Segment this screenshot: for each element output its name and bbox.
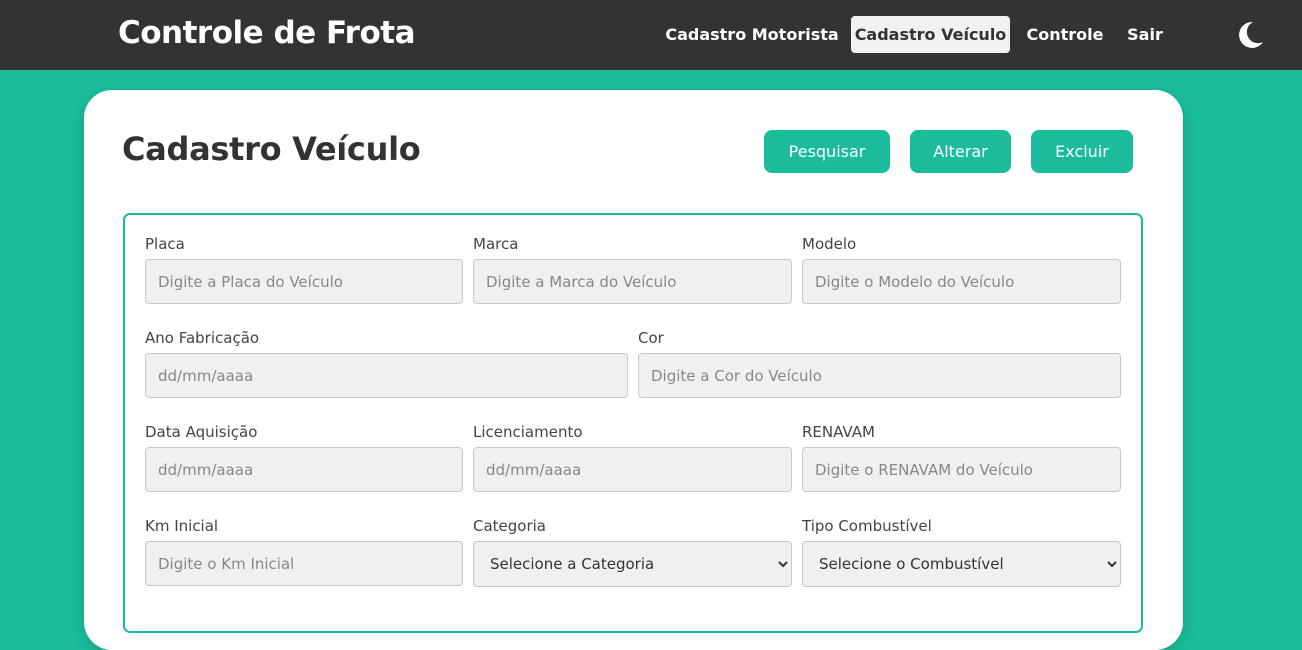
ano-fabricacao-input[interactable] bbox=[145, 353, 628, 398]
nav-sair[interactable]: Sair bbox=[1120, 16, 1170, 53]
edit-button[interactable]: Alterar bbox=[910, 130, 1011, 173]
licenciamento-input[interactable] bbox=[473, 447, 792, 492]
tipo-combustivel-select[interactable]: Selecione o Combustível bbox=[802, 541, 1121, 587]
licenciamento-label: Licenciamento bbox=[473, 423, 583, 441]
ano-fabricacao-label: Ano Fabricação bbox=[145, 329, 260, 347]
tipo-combustivel-label: Tipo Combustível bbox=[802, 517, 932, 535]
search-button[interactable]: Pesquisar bbox=[764, 130, 890, 173]
marca-input[interactable] bbox=[473, 259, 792, 304]
moon-icon[interactable] bbox=[1236, 20, 1264, 50]
delete-button[interactable]: Excluir bbox=[1031, 130, 1133, 173]
cor-input[interactable] bbox=[638, 353, 1121, 398]
nav-cadastro-veiculo[interactable]: Cadastro Veículo bbox=[851, 16, 1010, 53]
nav-cadastro-motorista[interactable]: Cadastro Motorista bbox=[664, 16, 840, 53]
modelo-label: Modelo bbox=[802, 235, 857, 253]
categoria-select[interactable]: Selecione a Categoria bbox=[473, 541, 792, 587]
placa-label: Placa bbox=[145, 235, 185, 253]
km-inicial-label: Km Inicial bbox=[145, 517, 219, 535]
marca-label: Marca bbox=[473, 235, 519, 253]
data-aquisicao-input[interactable] bbox=[145, 447, 463, 492]
modelo-input[interactable] bbox=[802, 259, 1121, 304]
placa-input[interactable] bbox=[145, 259, 463, 304]
categoria-label: Categoria bbox=[473, 517, 547, 535]
renavam-input[interactable] bbox=[802, 447, 1121, 492]
top-navbar: Controle de Frota Cadastro Motorista Cad… bbox=[0, 0, 1302, 70]
renavam-label: RENAVAM bbox=[802, 423, 875, 441]
cor-label: Cor bbox=[638, 329, 664, 347]
nav-controle[interactable]: Controle bbox=[1021, 16, 1109, 53]
app-brand[interactable]: Controle de Frota bbox=[118, 15, 416, 51]
data-aquisicao-label: Data Aquisição bbox=[145, 423, 258, 441]
page-title: Cadastro Veículo bbox=[122, 130, 421, 168]
km-inicial-input[interactable] bbox=[145, 541, 463, 586]
